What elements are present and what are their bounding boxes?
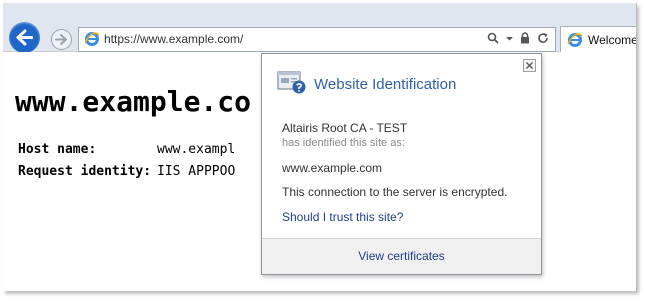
search-icon[interactable] — [487, 32, 499, 44]
address-tools — [487, 32, 549, 44]
forward-arrow-icon — [55, 34, 67, 45]
tab-title: Welcome — [588, 33, 637, 47]
popup-title: Website Identification — [314, 76, 457, 93]
certificate-icon — [277, 71, 306, 94]
view-certificates-link[interactable]: View certificates — [262, 249, 541, 263]
request-identity-label: Request identity: — [18, 164, 152, 179]
back-button[interactable] — [9, 22, 40, 53]
address-url: https://www.example.com/ — [104, 32, 244, 46]
browser-window: https://www.example.com/ Welcome www.exa… — [3, 3, 637, 291]
issuer-name: Altairis Root CA - TEST — [282, 121, 408, 135]
host-name-label: Host name: — [18, 142, 97, 157]
ie-logo-icon — [567, 33, 583, 47]
website-identification-popup: Website Identification Altairis Root CA … — [261, 53, 542, 275]
popup-close-button[interactable] — [523, 59, 536, 72]
browser-toolbar: https://www.example.com/ Welcome — [3, 3, 637, 53]
back-arrow-icon — [16, 29, 33, 46]
close-icon — [526, 62, 533, 69]
tab-welcome[interactable]: Welcome — [560, 26, 637, 52]
popup-footer: View certificates — [262, 238, 541, 274]
refresh-icon[interactable] — [537, 32, 549, 44]
request-identity-value: IIS APPPOO — [157, 164, 236, 179]
encryption-status: This connection to the server is encrypt… — [282, 185, 508, 199]
ie-logo-icon — [84, 32, 100, 46]
identified-text: has identified this site as: — [282, 137, 405, 149]
forward-button[interactable] — [51, 29, 72, 50]
trust-site-link[interactable]: Should I trust this site? — [282, 210, 403, 224]
address-bar[interactable]: https://www.example.com/ — [78, 27, 556, 52]
page-heading: www.example.co — [15, 85, 252, 118]
host-name-value: www.exampl — [157, 142, 236, 157]
lock-icon[interactable] — [520, 32, 530, 44]
identified-domain: www.example.com — [282, 161, 383, 175]
chevron-down-icon[interactable] — [506, 32, 513, 44]
